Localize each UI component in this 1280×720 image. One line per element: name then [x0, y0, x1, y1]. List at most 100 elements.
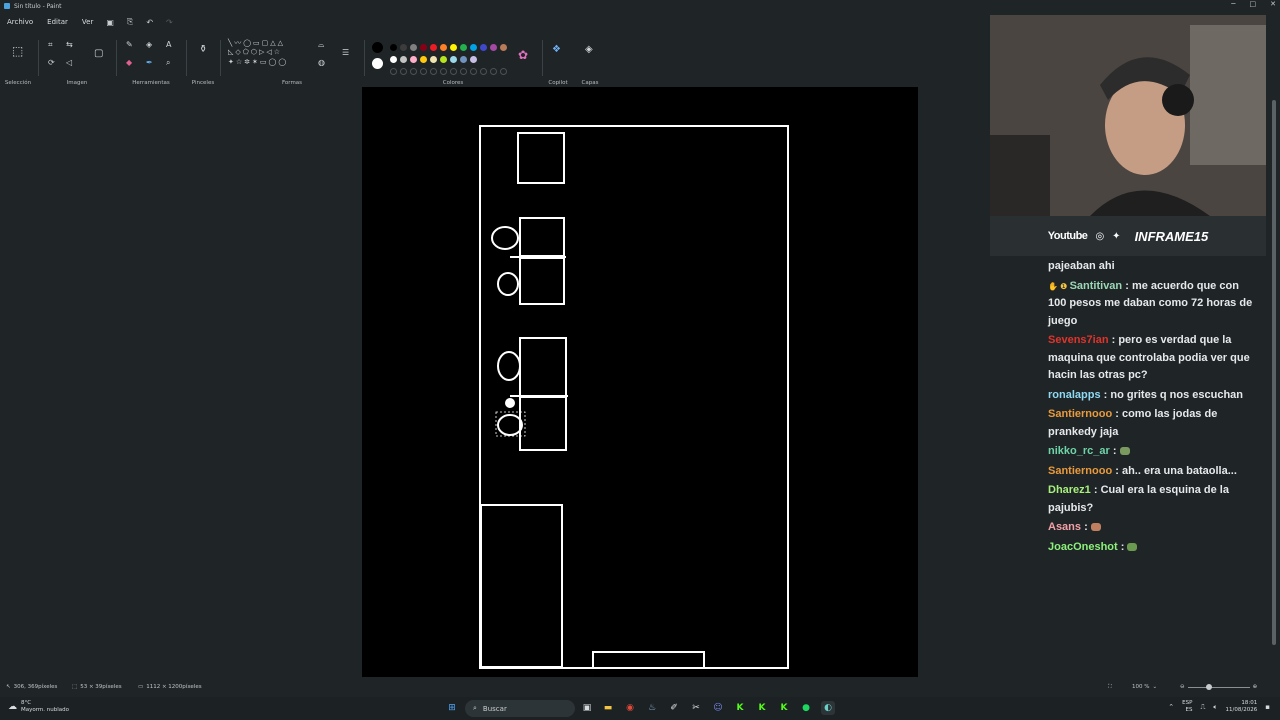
shapes-row-3[interactable]: ✦☆✲✶▭◯◯ [228, 58, 288, 66]
palette-color[interactable] [430, 56, 437, 63]
chat-username[interactable]: Sevens7ian [1048, 334, 1109, 346]
undo-icon[interactable]: ↶ [146, 18, 153, 27]
steam-icon[interactable]: ♨ [645, 701, 659, 715]
palette-color[interactable] [450, 44, 457, 51]
share-icon[interactable]: ⎘ [127, 17, 133, 27]
custom-color-slot[interactable] [440, 68, 447, 75]
custom-color-slot[interactable] [400, 68, 407, 75]
custom-color-slot[interactable] [410, 68, 417, 75]
custom-color-slot[interactable] [470, 68, 477, 75]
custom-color-slot[interactable] [500, 68, 507, 75]
maximize-button[interactable]: □ [1250, 0, 1257, 8]
palette-color[interactable] [400, 44, 407, 51]
tray-chevron-icon[interactable]: ⌃ [1168, 703, 1174, 711]
kick-icon-2[interactable]: K [755, 701, 769, 715]
start-icon[interactable]: ⊞ [445, 701, 459, 715]
magnifier-icon[interactable]: ⌕ [166, 58, 170, 68]
discord-icon[interactable]: ☺ [711, 701, 725, 715]
color-picker-icon[interactable]: ✒ [146, 58, 153, 67]
app-icon-2[interactable]: ✂ [689, 701, 703, 715]
shape-size-icon[interactable]: ☰ [342, 48, 349, 57]
palette-color[interactable] [430, 44, 437, 51]
flip-icon[interactable]: ◁ [66, 58, 72, 67]
chat-username[interactable]: Dharez1 [1048, 484, 1091, 496]
chat-username[interactable]: JoacOneshot [1048, 541, 1118, 553]
brush-icon[interactable]: ⚱ [199, 44, 207, 55]
selection-rect-icon[interactable]: ⬚ [12, 44, 23, 58]
palette-color[interactable] [440, 56, 447, 63]
minimize-button[interactable]: ─ [1231, 0, 1235, 8]
secondary-color-swatch[interactable] [372, 58, 383, 69]
shapes-row-1[interactable]: ╲〰◯▭▢△△ [228, 38, 285, 48]
shape-fill-icon[interactable]: ◍ [318, 58, 325, 67]
crop-icon[interactable]: ⌗ [48, 40, 53, 50]
palette-color[interactable] [420, 56, 427, 63]
fill-icon[interactable]: ◈ [146, 40, 152, 49]
custom-color-slot[interactable] [390, 68, 397, 75]
chat-username[interactable]: Asans [1048, 521, 1081, 533]
custom-color-slot[interactable] [430, 68, 437, 75]
volume-icon[interactable]: 🔈︎ [1213, 703, 1217, 712]
network-icon[interactable]: ⎍ [1200, 703, 1205, 712]
zoom-select[interactable]: 100 % ⌄ [1132, 684, 1157, 690]
menu-file[interactable]: Archivo [7, 18, 33, 26]
redo-icon[interactable]: ↷ [166, 18, 173, 27]
kick-icon-3[interactable]: K [777, 701, 791, 715]
chat-username[interactable]: Santitivan [1070, 280, 1123, 292]
palette-color[interactable] [470, 56, 477, 63]
chat-username[interactable]: nikko_rc_ar [1048, 445, 1110, 457]
custom-color-slot[interactable] [490, 68, 497, 75]
close-button[interactable]: ✕ [1270, 0, 1276, 8]
rotate-icon[interactable]: ⟳ [48, 58, 55, 67]
spotify-icon[interactable]: ● [799, 701, 813, 715]
palette-color[interactable] [470, 44, 477, 51]
file-explorer-icon[interactable]: ▬ [601, 701, 615, 715]
language-indicator[interactable]: ESP ES [1182, 700, 1192, 714]
vertical-scrollbar[interactable] [1272, 90, 1276, 650]
kick-icon-1[interactable]: K [733, 701, 747, 715]
color-wheel-icon[interactable]: ✿ [518, 48, 528, 62]
palette-color[interactable] [490, 44, 497, 51]
copilot-icon[interactable]: ❖ [552, 44, 561, 55]
fit-view-icon[interactable]: ⛶ [1108, 684, 1112, 691]
palette-color[interactable] [390, 56, 397, 63]
clock[interactable]: 18:01 11/08/2026 [1226, 700, 1258, 714]
custom-color-slot[interactable] [450, 68, 457, 75]
chat-username[interactable]: Santiernooo [1048, 408, 1112, 420]
zoom-in-icon[interactable]: ⊕ [1253, 684, 1258, 690]
palette-color[interactable] [410, 44, 417, 51]
paint-taskbar-icon[interactable]: ◐ [821, 701, 835, 715]
resize-icon[interactable]: ⇆ [66, 40, 73, 49]
pencil-icon[interactable]: ✎ [126, 40, 133, 49]
menu-edit[interactable]: Editar [47, 18, 68, 26]
chat-username[interactable]: Santiernooo [1048, 465, 1112, 477]
zoom-track[interactable] [1187, 683, 1250, 690]
taskbar-search[interactable]: ⌕ Buscar [465, 700, 575, 717]
zoom-thumb[interactable] [1205, 683, 1212, 690]
palette-color[interactable] [420, 44, 427, 51]
palette-color[interactable] [410, 56, 417, 63]
save-icon[interactable]: ▣ [106, 18, 114, 27]
custom-color-slot[interactable] [420, 68, 427, 75]
zoom-out-icon[interactable]: ⊖ [1180, 684, 1185, 690]
image-select-icon[interactable]: ▢ [94, 48, 103, 59]
custom-color-slot[interactable] [460, 68, 467, 75]
custom-color-slot[interactable] [480, 68, 487, 75]
weather-widget[interactable]: ☁ 8°C Mayorm. nublado [8, 700, 69, 714]
eraser-icon[interactable]: ◆ [126, 58, 132, 67]
scroll-thumb[interactable] [1272, 100, 1276, 645]
shapes-row-2[interactable]: ◺◇⬠⬡▷◁☆ [228, 48, 282, 56]
palette-color[interactable] [390, 44, 397, 51]
app-icon-1[interactable]: ✐ [667, 701, 681, 715]
palette-color[interactable] [460, 44, 467, 51]
notification-icon[interactable]: ▪ [1265, 703, 1270, 711]
palette-color[interactable] [400, 56, 407, 63]
palette-color[interactable] [460, 56, 467, 63]
chat-username[interactable]: ronalapps [1048, 389, 1101, 401]
paint-canvas[interactable] [362, 87, 918, 677]
palette-color[interactable] [440, 44, 447, 51]
palette-color[interactable] [450, 56, 457, 63]
chrome-icon[interactable]: ◉ [623, 701, 637, 715]
layers-icon[interactable]: ◈ [585, 44, 593, 55]
task-view-icon[interactable]: ▣ [580, 701, 594, 715]
